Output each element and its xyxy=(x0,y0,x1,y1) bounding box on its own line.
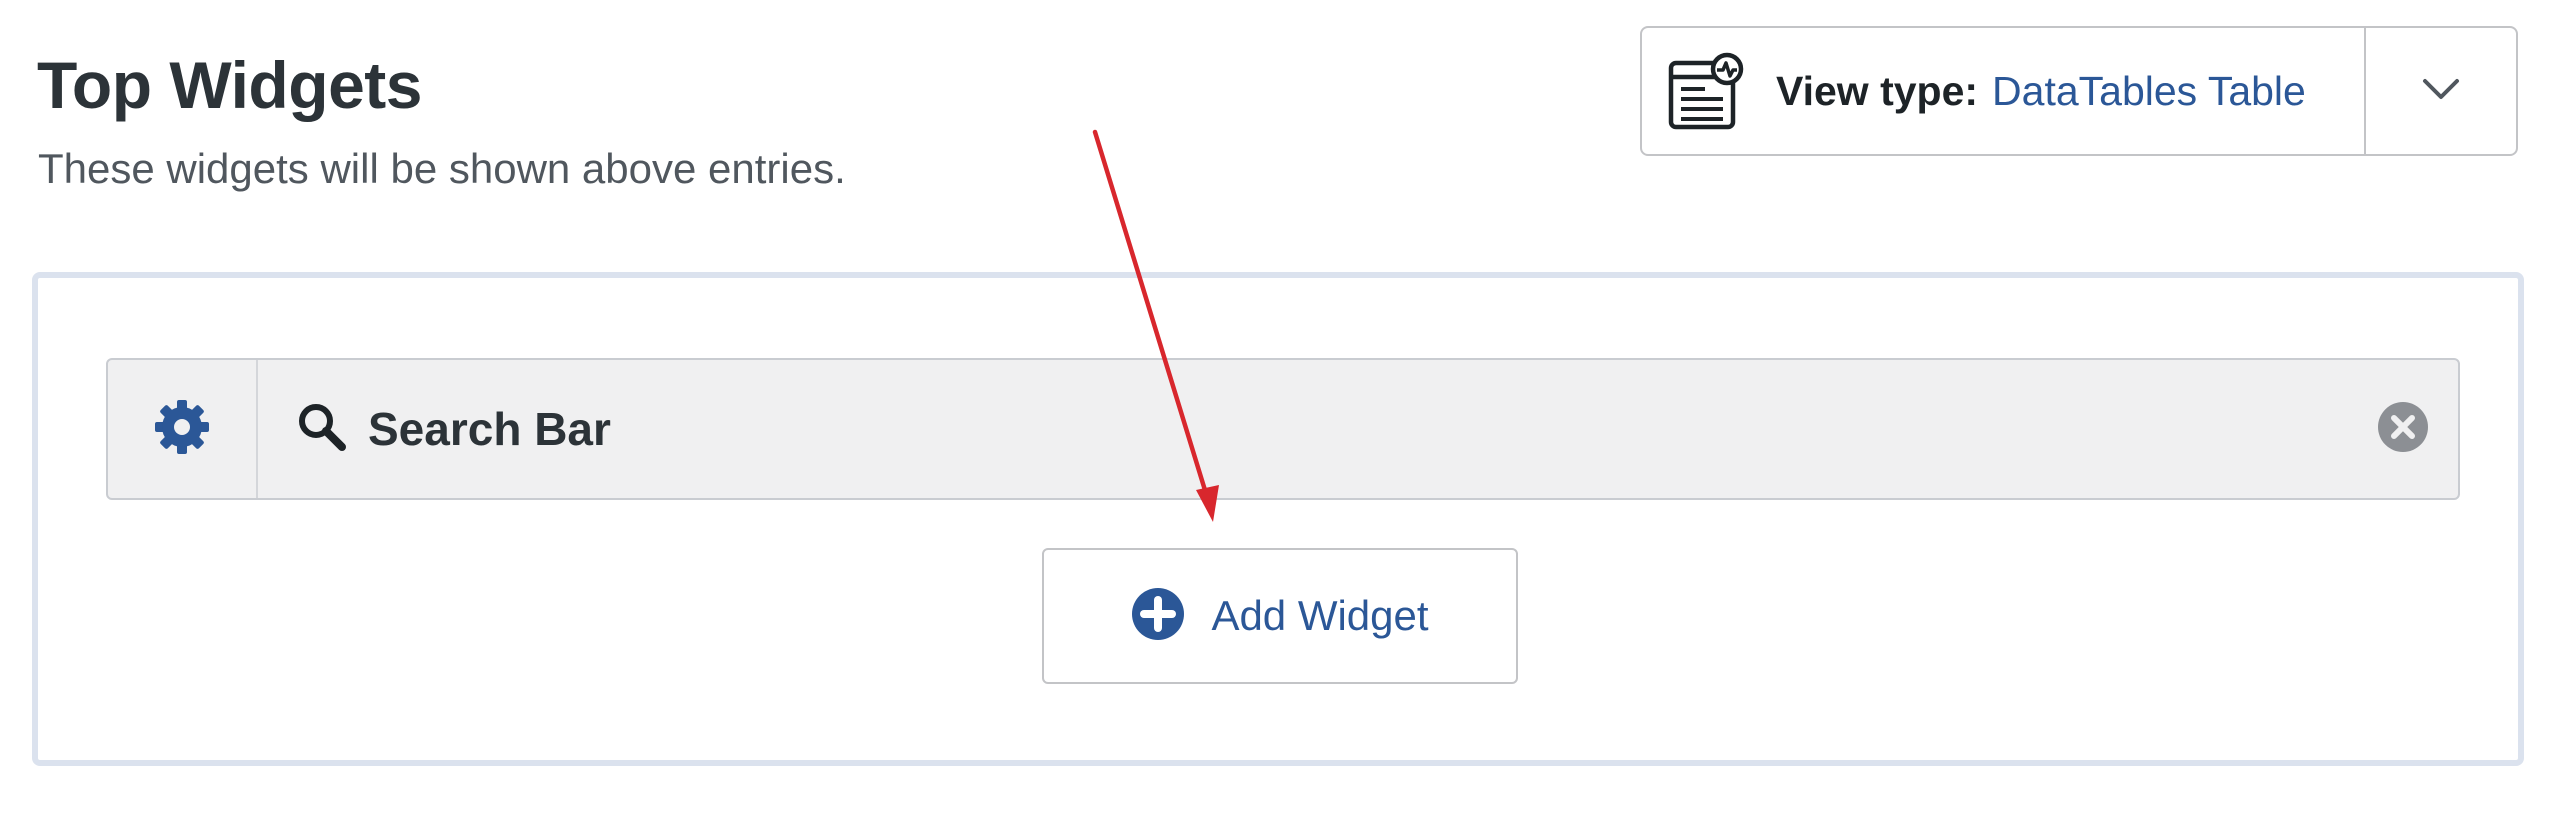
widget-drop-area: Search Bar Add Widget xyxy=(32,272,2524,766)
top-widgets-panel: Top Widgets These widgets will be shown … xyxy=(0,0,2560,814)
widget-title: Search Bar xyxy=(258,360,2348,498)
section-title: Top Widgets xyxy=(37,48,422,122)
section-description: These widgets will be shown above entrie… xyxy=(38,145,846,192)
widget-label: Search Bar xyxy=(368,403,611,455)
add-widget-button[interactable]: Add Widget xyxy=(1042,548,1518,684)
table-view-icon xyxy=(1666,50,1748,132)
widget-remove-button[interactable] xyxy=(2348,360,2458,498)
widget-item-search-bar[interactable]: Search Bar xyxy=(106,358,2460,500)
view-type-dropdown-toggle[interactable] xyxy=(2364,28,2516,154)
add-widget-label: Add Widget xyxy=(1211,592,1429,639)
view-type-value[interactable]: DataTables Table xyxy=(1992,68,2306,115)
view-type-selector[interactable]: View type: DataTables Table xyxy=(1640,26,2518,156)
remove-circle-icon xyxy=(2377,401,2429,458)
widget-settings-button[interactable] xyxy=(108,360,258,498)
plus-circle-icon xyxy=(1131,587,1185,646)
view-type-label: View type: xyxy=(1776,67,1979,114)
gear-icon xyxy=(152,397,212,462)
search-icon xyxy=(296,401,348,458)
view-type-current[interactable]: View type: DataTables Table xyxy=(1642,28,2364,154)
chevron-down-icon xyxy=(2421,76,2461,107)
